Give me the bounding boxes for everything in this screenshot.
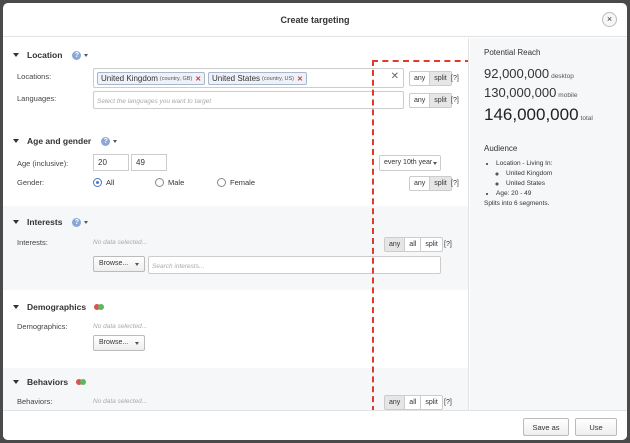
remove-chip-icon[interactable]: ✕ — [297, 75, 303, 83]
close-icon: × — [606, 14, 613, 24]
reach-total-label: total — [580, 115, 593, 122]
languages-label: Languages: — [17, 94, 57, 103]
chevron-down-icon[interactable] — [84, 220, 89, 224]
reach-mobile-label: mobile — [558, 92, 578, 99]
languages-input[interactable]: Select the languages you want to target — [93, 91, 404, 109]
reach-desktop-value: 92,000,000 — [484, 66, 550, 81]
radio-icon — [155, 178, 164, 187]
gender-option-label: Female — [230, 178, 256, 187]
save-as-button[interactable]: Save as — [523, 418, 569, 436]
interests-browse-button[interactable]: Browse... — [93, 256, 145, 272]
potential-reach-title: Potential Reach — [484, 48, 541, 57]
help-icon[interactable]: ? — [101, 136, 111, 146]
dialog-title: Create targeting — [280, 15, 350, 25]
radio-icon — [93, 178, 102, 187]
gender-option-label: All — [106, 178, 115, 187]
collapse-caret-icon — [13, 139, 19, 143]
audience-country: United States — [506, 180, 613, 187]
interests-search-placeholder: Search interests... — [152, 263, 205, 270]
beta-badge-icon — [94, 304, 105, 310]
reach-mobile-value: 130,000,000 — [484, 85, 557, 100]
locations-label: Locations: — [17, 72, 52, 81]
demographics-browse-button[interactable]: Browse... — [93, 335, 145, 351]
audience-country: United Kingdom — [506, 170, 613, 177]
dialog-body: Location ? Locations: United Kingdom (co… — [3, 38, 627, 410]
collapse-caret-icon — [13, 380, 19, 384]
chevron-down-icon[interactable] — [84, 53, 89, 57]
audience-location-item: Location - Living In: United Kingdom Uni… — [496, 160, 613, 187]
age-label: Age (inclusive): — [17, 159, 69, 168]
browse-label: Browse... — [99, 339, 129, 346]
interests-title: Interests — [27, 217, 63, 227]
collapse-caret-icon — [13, 53, 19, 57]
dialog-titlebar: Create targeting × — [3, 3, 627, 37]
interests-header[interactable]: Interests ? — [13, 217, 89, 227]
behaviors-label: Behaviors: — [17, 397, 53, 406]
interests-empty-text: No data selected... — [93, 239, 148, 246]
chip-meta: (country, US) — [262, 75, 295, 82]
help-icon[interactable]: ? — [72, 217, 82, 227]
location-title: Location — [27, 50, 63, 60]
gender-radio-male[interactable]: Male — [155, 178, 184, 187]
audience-age-line: Age: 20 - 49 — [496, 190, 613, 197]
chevron-down-icon — [135, 342, 139, 345]
chip-name: United Kingdom — [101, 74, 158, 83]
age-min-input[interactable]: 20 — [93, 154, 129, 171]
demographics-header[interactable]: Demographics — [13, 302, 105, 312]
age-gender-title: Age and gender — [27, 136, 92, 146]
audience-splits: Splits into 6 segments. — [484, 200, 550, 207]
chevron-down-icon[interactable] — [113, 139, 118, 143]
location-chip[interactable]: United Kingdom (country, GB) ✕ — [97, 72, 206, 85]
chip-meta: (country, GB) — [159, 75, 193, 82]
remove-chip-icon[interactable]: ✕ — [195, 75, 201, 83]
languages-placeholder: Select the languages you want to target — [97, 98, 212, 105]
beta-badge-icon — [76, 379, 87, 385]
reach-panel: Potential Reach 92,000,000 desktop 130,00… — [470, 38, 627, 410]
use-button[interactable]: Use — [575, 418, 617, 436]
radio-icon — [217, 178, 226, 187]
reach-total: 146,000,000 total — [484, 104, 613, 130]
reach-total-value: 146,000,000 — [484, 105, 579, 124]
gender-radio-female[interactable]: Female — [217, 178, 255, 187]
chevron-down-icon — [135, 263, 139, 266]
audience-title: Audience — [484, 144, 518, 153]
targeting-form: Location ? Locations: United Kingdom (co… — [3, 38, 469, 410]
behaviors-header[interactable]: Behaviors — [13, 377, 87, 387]
demographics-empty-text: No data selected... — [93, 323, 148, 330]
gender-label: Gender: — [17, 178, 45, 187]
reach-mobile: 130,000,000 mobile — [484, 85, 613, 104]
reach-desktop-label: desktop — [551, 73, 574, 80]
behaviors-empty-text: No data selected... — [93, 398, 148, 405]
behaviors-title: Behaviors — [27, 377, 69, 387]
location-header[interactable]: Location ? — [13, 50, 89, 60]
gender-radio-all[interactable]: All — [93, 178, 114, 187]
browse-label: Browse... — [99, 260, 129, 267]
audience-summary: Location - Living In: United Kingdom Uni… — [484, 160, 613, 207]
help-icon[interactable]: ? — [72, 50, 82, 60]
create-targeting-dialog: Create targeting × Location ? Locations:… — [3, 3, 627, 440]
collapse-caret-icon — [13, 220, 19, 224]
locations-input[interactable]: United Kingdom (country, GB) ✕ United St… — [93, 68, 404, 88]
location-chip[interactable]: United States (country, US) ✕ — [208, 72, 307, 85]
audience-location-line: Location - Living In: — [496, 160, 553, 167]
dialog-footer: Save as Use — [3, 410, 627, 440]
chip-name: United States — [212, 74, 261, 83]
reach-desktop: 92,000,000 desktop — [484, 66, 613, 85]
interests-label: Interests: — [17, 238, 48, 247]
age-gender-header[interactable]: Age and gender ? — [13, 136, 118, 146]
age-max-input[interactable]: 49 — [131, 154, 167, 171]
demographics-label: Demographics: — [17, 322, 68, 331]
demographics-title: Demographics — [27, 302, 87, 312]
close-button[interactable]: × — [602, 12, 617, 27]
highlight-dashed-outline — [372, 60, 468, 410]
gender-option-label: Male — [168, 178, 185, 187]
collapse-caret-icon — [13, 305, 19, 309]
